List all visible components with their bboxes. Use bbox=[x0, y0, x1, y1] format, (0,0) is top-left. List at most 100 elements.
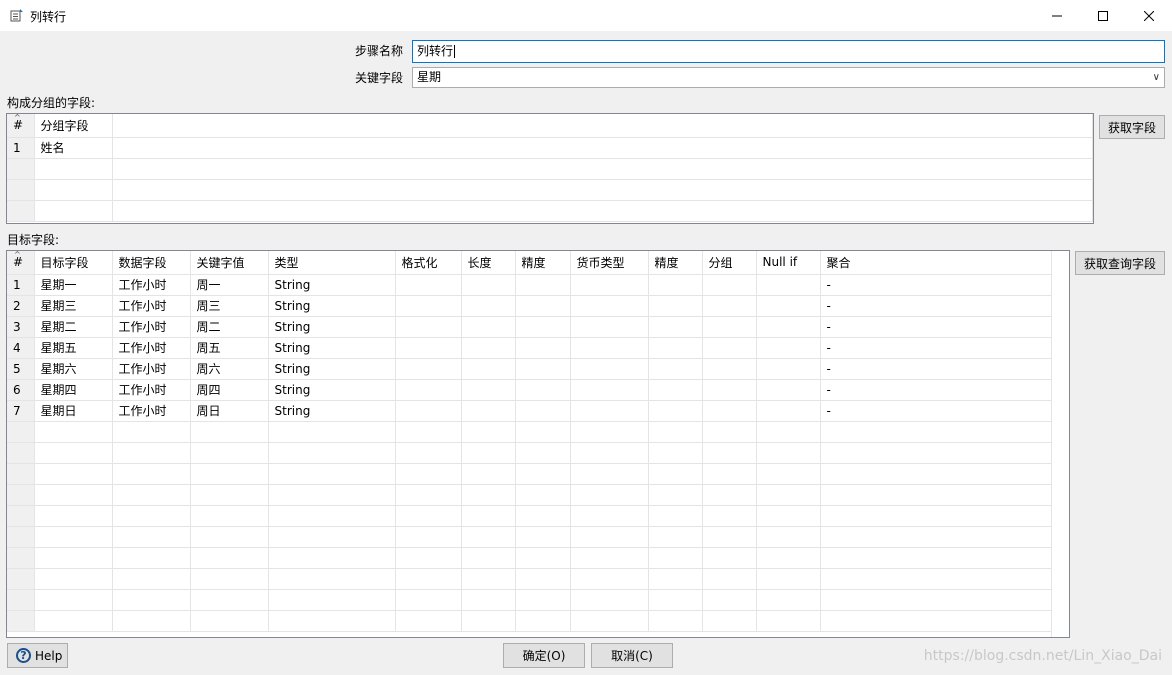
column-header-key-value[interactable]: 关键字值 bbox=[190, 251, 269, 275]
table-cell[interactable] bbox=[756, 379, 821, 401]
target-fields-table[interactable]: ^ # 目标字段 数据字段 关键字值 类型 格式化 长度 精度 货币类型 精度 分… bbox=[6, 250, 1070, 638]
table-row[interactable]: 6 星期四 工作小时 周四 String - bbox=[7, 379, 1053, 401]
table-cell[interactable]: String bbox=[268, 358, 396, 380]
table-cell[interactable] bbox=[648, 442, 703, 464]
cancel-button[interactable]: 取消(C) bbox=[591, 643, 673, 668]
table-cell[interactable] bbox=[34, 589, 113, 611]
column-header-index[interactable]: ^ # bbox=[7, 114, 35, 138]
table-cell[interactable] bbox=[648, 526, 703, 548]
table-cell[interactable]: String bbox=[268, 379, 396, 401]
table-cell[interactable]: 周二 bbox=[190, 316, 269, 338]
table-cell[interactable] bbox=[702, 568, 757, 590]
table-cell[interactable]: - bbox=[820, 316, 1053, 338]
table-cell[interactable] bbox=[190, 547, 269, 569]
table-cell[interactable]: String bbox=[268, 295, 396, 317]
table-cell[interactable] bbox=[820, 421, 1053, 443]
table-cell[interactable] bbox=[702, 505, 757, 527]
table-cell[interactable] bbox=[648, 589, 703, 611]
table-cell[interactable] bbox=[702, 337, 757, 359]
table-cell[interactable] bbox=[395, 379, 462, 401]
table-cell[interactable]: - bbox=[820, 400, 1053, 422]
table-cell[interactable] bbox=[461, 526, 516, 548]
table-cell[interactable] bbox=[190, 589, 269, 611]
table-row-empty[interactable] bbox=[7, 421, 1053, 443]
table-cell[interactable] bbox=[702, 274, 757, 296]
table-cell[interactable] bbox=[34, 158, 113, 180]
table-cell[interactable] bbox=[190, 484, 269, 506]
table-cell[interactable] bbox=[515, 337, 571, 359]
table-cell[interactable] bbox=[34, 547, 113, 569]
table-cell[interactable]: 星期六 bbox=[34, 358, 113, 380]
table-row-empty[interactable] bbox=[7, 589, 1053, 611]
table-cell[interactable] bbox=[702, 484, 757, 506]
help-button[interactable]: ? Help bbox=[7, 643, 68, 668]
table-cell[interactable] bbox=[756, 358, 821, 380]
table-cell[interactable] bbox=[570, 484, 649, 506]
table-cell[interactable] bbox=[190, 442, 269, 464]
table-row-empty[interactable] bbox=[7, 526, 1053, 548]
table-cell[interactable]: 星期三 bbox=[34, 295, 113, 317]
table-cell[interactable]: 工作小时 bbox=[112, 295, 191, 317]
table-cell[interactable] bbox=[515, 526, 571, 548]
table-cell[interactable] bbox=[648, 274, 703, 296]
ok-button[interactable]: 确定(O) bbox=[503, 643, 585, 668]
table-row-empty[interactable] bbox=[7, 610, 1053, 632]
column-header-format[interactable]: 格式化 bbox=[395, 251, 462, 275]
table-cell[interactable] bbox=[190, 505, 269, 527]
table-row-empty[interactable] bbox=[7, 158, 1093, 180]
table-cell[interactable]: 姓名 bbox=[34, 137, 113, 159]
table-cell[interactable] bbox=[756, 295, 821, 317]
table-cell[interactable] bbox=[702, 526, 757, 548]
table-cell[interactable] bbox=[515, 400, 571, 422]
table-cell[interactable] bbox=[756, 337, 821, 359]
table-cell[interactable] bbox=[756, 421, 821, 443]
table-cell[interactable] bbox=[112, 137, 1093, 159]
table-row-empty[interactable] bbox=[7, 442, 1053, 464]
table-cell[interactable] bbox=[112, 484, 191, 506]
table-cell[interactable]: String bbox=[268, 337, 396, 359]
table-cell[interactable] bbox=[112, 442, 191, 464]
table-cell[interactable] bbox=[395, 316, 462, 338]
table-cell[interactable] bbox=[268, 484, 396, 506]
table-cell[interactable] bbox=[756, 589, 821, 611]
table-cell[interactable] bbox=[570, 379, 649, 401]
table-cell[interactable]: 工作小时 bbox=[112, 358, 191, 380]
table-cell[interactable] bbox=[820, 484, 1053, 506]
table-cell[interactable] bbox=[461, 442, 516, 464]
table-cell[interactable] bbox=[648, 295, 703, 317]
table-row[interactable]: 4 星期五 工作小时 周五 String - bbox=[7, 337, 1053, 359]
table-row-empty[interactable] bbox=[7, 484, 1053, 506]
table-cell[interactable] bbox=[570, 526, 649, 548]
table-cell[interactable] bbox=[515, 484, 571, 506]
table-cell[interactable] bbox=[395, 442, 462, 464]
table-cell[interactable] bbox=[570, 463, 649, 485]
key-field-select[interactable]: 星期 ∨ bbox=[412, 67, 1165, 88]
table-cell[interactable] bbox=[756, 274, 821, 296]
table-cell[interactable]: String bbox=[268, 400, 396, 422]
table-cell[interactable] bbox=[820, 547, 1053, 569]
minimize-button[interactable] bbox=[1034, 0, 1080, 31]
table-cell[interactable]: - bbox=[820, 337, 1053, 359]
table-cell[interactable] bbox=[112, 610, 191, 632]
table-cell[interactable] bbox=[190, 568, 269, 590]
table-cell[interactable]: - bbox=[820, 379, 1053, 401]
table-cell[interactable] bbox=[34, 179, 113, 201]
table-cell[interactable] bbox=[395, 295, 462, 317]
table-cell[interactable] bbox=[461, 379, 516, 401]
table-cell[interactable]: 周四 bbox=[190, 379, 269, 401]
table-row[interactable]: 7 星期日 工作小时 周日 String - bbox=[7, 400, 1053, 422]
table-cell[interactable] bbox=[190, 463, 269, 485]
table-cell[interactable] bbox=[395, 526, 462, 548]
table-cell[interactable] bbox=[820, 589, 1053, 611]
table-cell[interactable]: 周六 bbox=[190, 358, 269, 380]
table-cell[interactable] bbox=[34, 610, 113, 632]
table-cell[interactable] bbox=[515, 358, 571, 380]
table-cell[interactable] bbox=[461, 463, 516, 485]
table-cell[interactable]: 工作小时 bbox=[112, 337, 191, 359]
table-cell[interactable] bbox=[515, 547, 571, 569]
table-cell[interactable] bbox=[570, 568, 649, 590]
table-cell[interactable] bbox=[702, 316, 757, 338]
table-cell[interactable] bbox=[756, 526, 821, 548]
table-cell[interactable] bbox=[268, 526, 396, 548]
table-cell[interactable] bbox=[756, 568, 821, 590]
